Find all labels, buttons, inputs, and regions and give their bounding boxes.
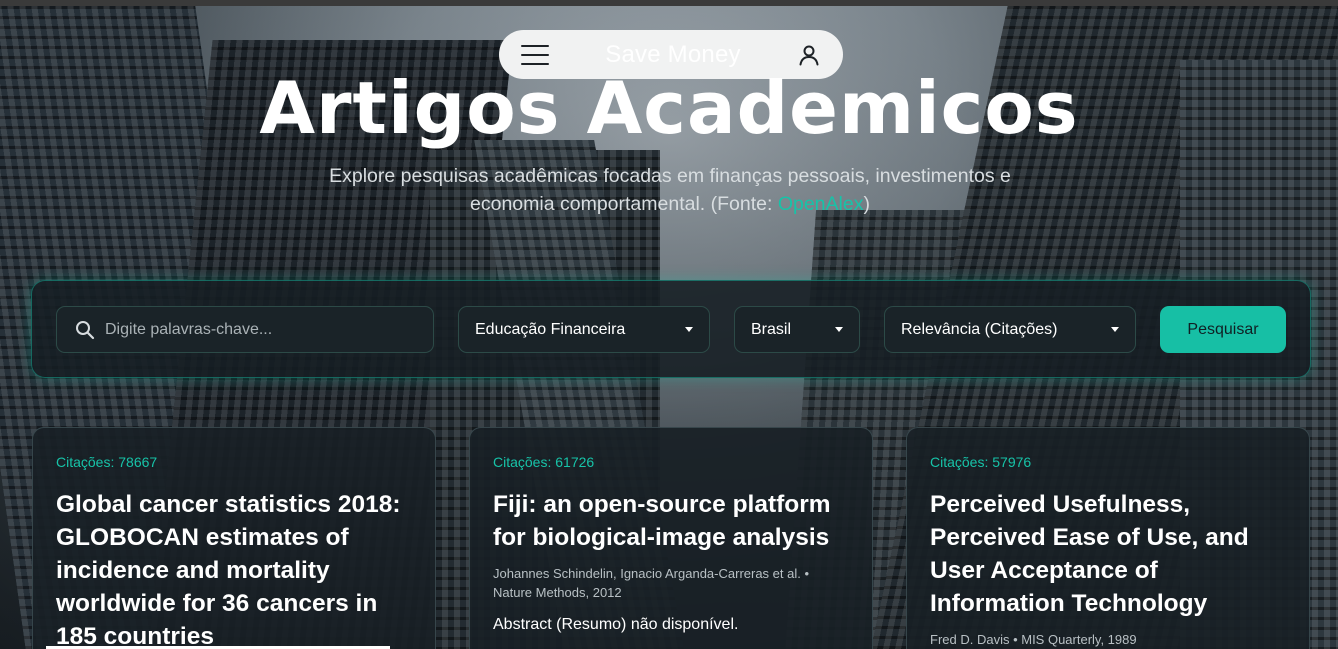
- openalex-link[interactable]: OpenAlex: [778, 193, 864, 215]
- page-title: Artigos Academicos: [259, 66, 1079, 150]
- article-card[interactable]: Citações: 61726 Fiji: an open-source pla…: [469, 427, 873, 649]
- country-select[interactable]: Brasil: [734, 306, 860, 353]
- chevron-down-icon: [835, 327, 843, 332]
- category-select-value: Educação Financeira: [475, 320, 626, 338]
- subtitle-line-1: Explore pesquisas acadêmicas focadas em …: [329, 165, 1011, 187]
- window-top-edge: [0, 0, 1338, 6]
- menu-icon[interactable]: [521, 44, 549, 65]
- subtitle-line-2-prefix: economia comportamental. (Fonte:: [470, 193, 778, 215]
- article-title[interactable]: Perceived Usefulness, Perceived Ease of …: [930, 488, 1286, 620]
- user-icon[interactable]: [797, 43, 821, 67]
- search-button[interactable]: Pesquisar: [1160, 306, 1286, 353]
- article-meta: Fred D. Davis • MIS Quarterly, 1989: [930, 632, 1137, 647]
- brand-logo[interactable]: Save Money: [605, 41, 740, 69]
- article-title[interactable]: Fiji: an open-source platform for biolog…: [493, 488, 849, 554]
- article-title[interactable]: Global cancer statistics 2018: GLOBOCAN …: [56, 488, 412, 649]
- article-abstract: Abstract (Resumo) não disponível.: [493, 616, 739, 633]
- sort-select-value: Relevância (Citações): [901, 320, 1058, 338]
- subtitle-line-2-suffix: ): [863, 193, 870, 215]
- citation-count: Citações: 57976: [930, 454, 1032, 470]
- citation-count: Citações: 61726: [493, 454, 595, 470]
- chevron-down-icon: [685, 327, 693, 332]
- page-subtitle: Explore pesquisas acadêmicas focadas em …: [300, 162, 1040, 218]
- sort-select[interactable]: Relevância (Citações): [884, 306, 1136, 353]
- article-card[interactable]: Citações: 57976 Perceived Usefulness, Pe…: [906, 427, 1310, 649]
- chevron-down-icon: [1111, 327, 1119, 332]
- search-field[interactable]: [56, 306, 434, 353]
- category-select[interactable]: Educação Financeira: [458, 306, 710, 353]
- search-filters-panel: Educação Financeira Brasil Relevância (C…: [31, 280, 1311, 378]
- search-icon: [76, 320, 95, 339]
- article-meta: Johannes Schindelin, Ignacio Arganda-Car…: [493, 566, 810, 600]
- country-select-value: Brasil: [751, 320, 792, 338]
- citation-count: Citações: 78667: [56, 454, 158, 470]
- article-card[interactable]: Citações: 78667 Global cancer statistics…: [32, 427, 436, 649]
- search-input[interactable]: [105, 320, 405, 339]
